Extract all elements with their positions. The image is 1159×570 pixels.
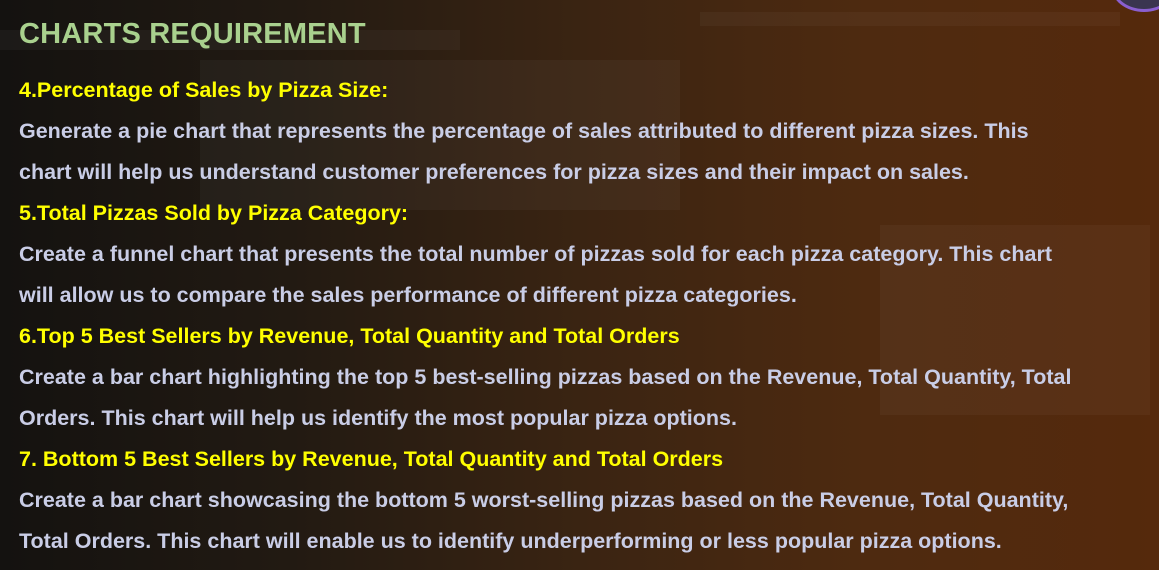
section-text: Create a bar chart showcasing the bottom… — [19, 488, 1069, 512]
section-text: will allow us to compare the sales perfo… — [19, 283, 797, 307]
section-text: Create a funnel chart that presents the … — [19, 242, 1053, 266]
section-heading: 7. Bottom 5 Best Sellers by Revenue, Tot… — [19, 447, 724, 471]
section-text: Generate a pie chart that represents the… — [19, 119, 1029, 143]
section-text: chart will help us understand customer p… — [19, 160, 969, 184]
section-text: Total Orders. This chart will enable us … — [19, 529, 1002, 553]
section-heading: 6.Top 5 Best Sellers by Revenue, Total Q… — [19, 324, 680, 348]
section-text: Create a bar chart highlighting the top … — [19, 365, 1072, 389]
section-heading: 4.Percentage of Sales by Pizza Size: — [19, 78, 389, 102]
slide-content: CHARTS REQUIREMENT 4.Percentage of Sales… — [19, 14, 1159, 562]
slide-title: CHARTS REQUIREMENT — [19, 18, 366, 50]
avatar-circle — [1111, 0, 1159, 12]
section-text: Orders. This chart will help us identify… — [19, 406, 737, 430]
section-heading: 5.Total Pizzas Sold by Pizza Category: — [19, 201, 409, 225]
